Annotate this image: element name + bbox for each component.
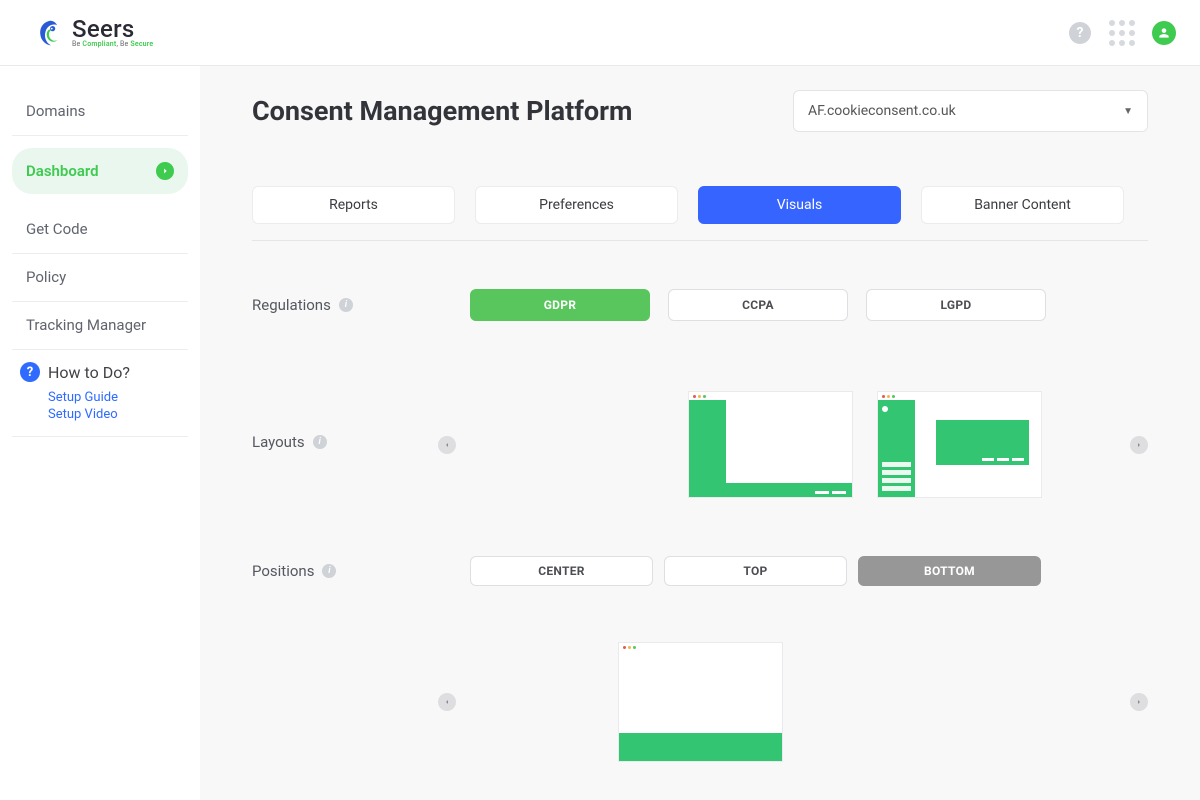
position-top[interactable]: TOP	[664, 556, 847, 586]
positions-prev[interactable]	[438, 693, 456, 711]
domain-select[interactable]: AF.cookieconsent.co.uk ▼	[793, 90, 1148, 132]
main-panel: Consent Management Platform AF.cookiecon…	[200, 66, 1200, 800]
position-preview-section	[252, 642, 1148, 762]
page-title: Consent Management Platform	[252, 95, 632, 127]
layout-option-2[interactable]	[877, 391, 1042, 498]
setup-guide-link[interactable]: Setup Guide	[48, 390, 188, 405]
sidebar-item-domains[interactable]: Domains	[12, 88, 188, 135]
tab-reports[interactable]: Reports	[252, 186, 455, 224]
brand-logo[interactable]: Seers Be Compliant, Be Secure	[36, 17, 153, 48]
layouts-prev[interactable]	[438, 436, 456, 454]
tab-visuals[interactable]: Visuals	[698, 186, 901, 224]
sidebar-item-policy[interactable]: Policy	[12, 254, 188, 301]
brand-tagline: Be Compliant, Be Secure	[72, 41, 153, 48]
info-icon[interactable]: i	[313, 435, 327, 449]
positions-section: Positions i CENTER TOP BOTTOM	[252, 556, 1148, 586]
info-icon[interactable]: i	[339, 298, 353, 312]
brand-title: Seers	[72, 17, 153, 41]
positions-next[interactable]	[1130, 693, 1148, 711]
app-header: Seers Be Compliant, Be Secure ?	[0, 0, 1200, 66]
setup-video-link[interactable]: Setup Video	[48, 407, 188, 422]
layouts-section: Layouts i	[252, 391, 1148, 498]
position-bottom[interactable]: BOTTOM	[858, 556, 1041, 586]
positions-label: Positions	[252, 562, 314, 580]
info-icon[interactable]: i	[322, 564, 336, 578]
sidebar-item-dashboard[interactable]: Dashboard	[12, 148, 188, 194]
sidebar-item-tracking[interactable]: Tracking Manager	[12, 302, 188, 349]
arrow-right-icon	[156, 162, 174, 180]
layouts-label: Layouts	[252, 433, 305, 451]
sidebar-item-getcode[interactable]: Get Code	[12, 206, 188, 253]
howto-heading: ? How to Do?	[12, 350, 188, 390]
tab-bar: Reports Preferences Visuals Banner Conte…	[252, 186, 1148, 224]
apps-grid-icon[interactable]	[1110, 21, 1134, 45]
regulations-section: Regulations i GDPR CCPA LGPD	[252, 289, 1148, 321]
account-icon[interactable]	[1152, 21, 1176, 45]
regulation-ccpa[interactable]: CCPA	[668, 289, 848, 321]
position-center[interactable]: CENTER	[470, 556, 653, 586]
header-actions: ?	[1068, 21, 1176, 45]
layout-option-1[interactable]	[688, 391, 853, 498]
position-preview[interactable]	[618, 642, 783, 762]
question-icon: ?	[20, 362, 40, 382]
regulation-lgpd[interactable]: LGPD	[866, 289, 1046, 321]
tab-preferences[interactable]: Preferences	[475, 186, 678, 224]
regulation-gdpr[interactable]: GDPR	[470, 289, 650, 321]
sidebar: Domains Dashboard Get Code Policy Tracki…	[0, 66, 200, 800]
seers-logo-icon	[36, 19, 64, 47]
tab-banner-content[interactable]: Banner Content	[921, 186, 1124, 224]
chevron-down-icon: ▼	[1123, 106, 1133, 117]
help-icon[interactable]: ?	[1068, 21, 1092, 45]
regulations-label: Regulations	[252, 296, 331, 314]
layouts-next[interactable]	[1130, 436, 1148, 454]
